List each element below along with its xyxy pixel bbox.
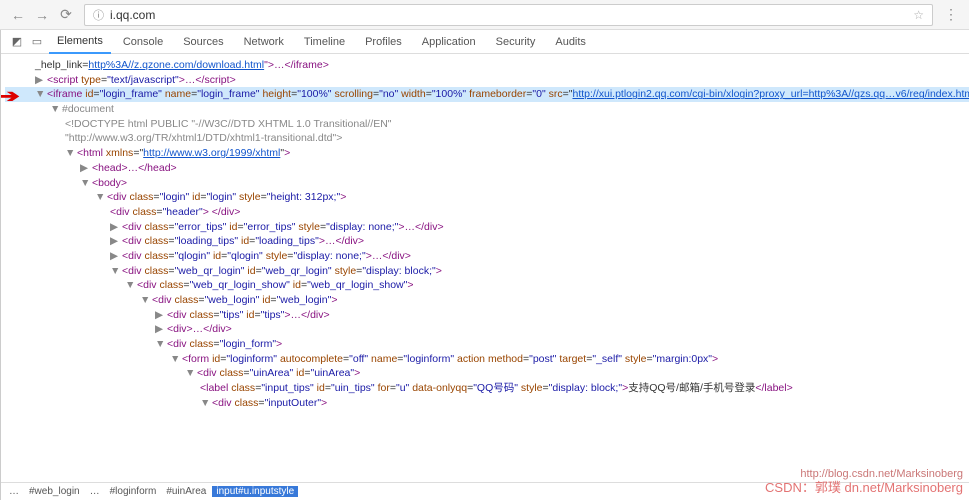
back-button[interactable]: ← (8, 5, 28, 25)
site-info-icon[interactable]: ⓘ (93, 7, 104, 23)
forward-button[interactable]: → (32, 5, 52, 25)
inspect-icon[interactable]: ◩ (9, 34, 25, 50)
tab-timeline[interactable]: Timeline (296, 30, 353, 54)
browser-toolbar: ← → ⟳ ⓘ i.qq.com ☆ ⋮ (0, 0, 969, 30)
menu-icon[interactable]: ⋮ (941, 5, 961, 25)
url-bar[interactable]: ⓘ i.qq.com ☆ (84, 4, 933, 26)
bookmark-star-icon[interactable]: ☆ (913, 8, 924, 22)
breadcrumb[interactable]: … #web_login … #loginform #uinArea input… (1, 482, 969, 500)
tab-sources[interactable]: Sources (175, 30, 231, 54)
tab-elements[interactable]: Elements (49, 30, 111, 54)
devtools-tabs: ◩ ▭ Elements Console Sources Network Tim… (1, 30, 969, 54)
devtools-panel: ◩ ▭ Elements Console Sources Network Tim… (0, 30, 969, 500)
tab-application[interactable]: Application (414, 30, 484, 54)
url-text: i.qq.com (110, 8, 155, 22)
elements-tree[interactable]: ➔ _help_link=http%3A//z.qzone.com/downlo… (1, 54, 969, 482)
tab-console[interactable]: Console (115, 30, 171, 54)
tab-network[interactable]: Network (236, 30, 292, 54)
tab-security[interactable]: Security (488, 30, 544, 54)
reload-button[interactable]: ⟳ (56, 5, 76, 25)
tab-audits[interactable]: Audits (547, 30, 594, 54)
tab-profiles[interactable]: Profiles (357, 30, 410, 54)
device-icon[interactable]: ▭ (29, 34, 45, 50)
annotation-arrow: ➔ (1, 84, 20, 109)
